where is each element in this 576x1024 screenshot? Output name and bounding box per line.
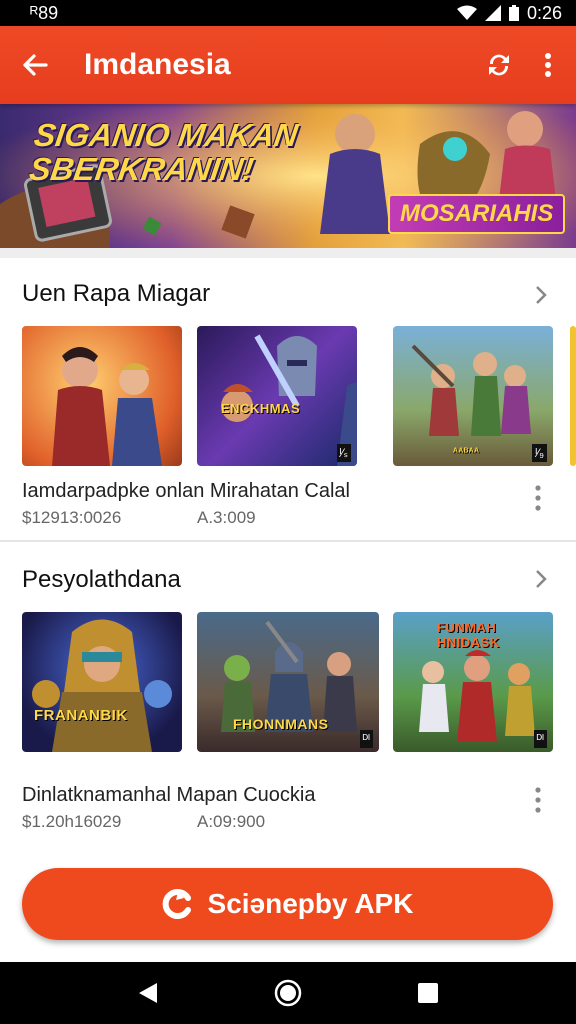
more-vert-icon[interactable] [544, 52, 552, 78]
thumbnail-art [411, 344, 531, 436]
c-logo-icon [162, 889, 191, 919]
thumbnail-count: ᴵ⁄₉ [532, 444, 547, 462]
section-2: Pesyolathdana FRANANBIK FHONNMANS ᴰᴵ FUN… [0, 542, 576, 842]
thumbnail-count: ᴵ⁄ₛ [336, 444, 351, 462]
arrow-left-icon [23, 54, 48, 76]
thumbnail-count: ᴰᴵ [533, 730, 547, 748]
download-apk-button[interactable]: Sciənepby APK [22, 868, 553, 940]
nav-home-icon[interactable] [274, 979, 302, 1007]
app-title: Imdanesia [84, 48, 231, 81]
status-time: 0:26 [526, 2, 562, 23]
section-title[interactable]: Pesyolathdana [22, 566, 181, 594]
status-icons: 0:26 [456, 2, 562, 24]
game-thumbnail[interactable]: ENCKHMAS ᴵ⁄ₛ [197, 326, 357, 466]
item-price: $12913:0026 [22, 508, 122, 527]
thumbnail-label: FHONNMANS [233, 716, 329, 732]
game-thumbnail[interactable]: FRANANBIK [22, 612, 182, 752]
item-meta: A:09:900 [197, 812, 266, 831]
more-vert-icon[interactable] [534, 484, 542, 512]
thumbnail-count: ᴰᴵ [359, 730, 373, 748]
sync-icon[interactable] [484, 50, 514, 80]
thumbnail-label: FUNMAH HNIDASK [437, 620, 500, 650]
system-nav-bar [0, 962, 576, 1024]
download-apk-label: Sciənepby APK [207, 888, 414, 919]
thumbnail-label: FRANANBIK [34, 707, 128, 724]
chevron-right-icon[interactable] [534, 284, 548, 306]
thumbnail-label: ᴬᴬᴮᴬᴬ [453, 447, 480, 458]
item-meta: A.3:009 [197, 508, 256, 527]
divider [0, 248, 576, 258]
banner-title: SIGANIO MAKAN SBERKRANIN! [27, 117, 301, 187]
chevron-right-icon[interactable] [534, 568, 548, 590]
game-thumbnail[interactable] [22, 326, 182, 466]
item-title[interactable]: Iamdarpadpke onlan Mirahatan Calal [22, 480, 350, 503]
nav-recents-icon[interactable] [417, 982, 439, 1004]
thumbnail-art [52, 347, 162, 466]
cta-container: Sciənepby APK [0, 852, 576, 962]
more-vert-icon[interactable] [534, 786, 542, 814]
wifi-icon [456, 5, 477, 20]
banner-title-line1: SIGANIO MAKAN [31, 117, 301, 153]
promo-banner[interactable]: SIGANIO MAKAN SBERKRANIN! MOSARIAHIS [0, 104, 576, 248]
game-thumbnail-partial[interactable] [570, 326, 576, 466]
battery-icon [508, 5, 519, 21]
item-price: $1.20h16029 [22, 812, 122, 831]
status-left-text: ᴿ89 [30, 2, 59, 23]
status-bar: ᴿ89 0:26 [0, 0, 576, 26]
game-thumbnail[interactable]: ᴬᴬᴮᴬᴬ ᴵ⁄₉ [393, 326, 553, 466]
nav-back-icon[interactable] [137, 981, 159, 1005]
thumbnail-art [221, 334, 357, 466]
game-thumbnail[interactable]: FUNMAH HNIDASK ᴰᴵ [393, 612, 553, 752]
item-title[interactable]: Dinlatknamanhal Mapan Cuockia [22, 784, 316, 807]
signal-icon [484, 5, 501, 21]
thumbnail-label: ENCKHMAS [221, 401, 301, 416]
thumbnail-art [32, 619, 172, 752]
app-bar: Imdanesia [0, 26, 576, 104]
banner-badge: MOSARIAHIS [388, 194, 566, 234]
banner-title-line2: SBERKRANIN! [27, 151, 257, 187]
section-1: Uen Rapa Miagar ENCKHMAS ᴵ⁄ₛ ᴬᴬᴮᴬᴬ ᴵ⁄₉ I… [0, 258, 576, 540]
game-thumbnail[interactable]: FHONNMANS ᴰᴵ [197, 612, 379, 752]
section-title[interactable]: Uen Rapa Miagar [22, 280, 210, 308]
back-button[interactable] [0, 54, 70, 76]
